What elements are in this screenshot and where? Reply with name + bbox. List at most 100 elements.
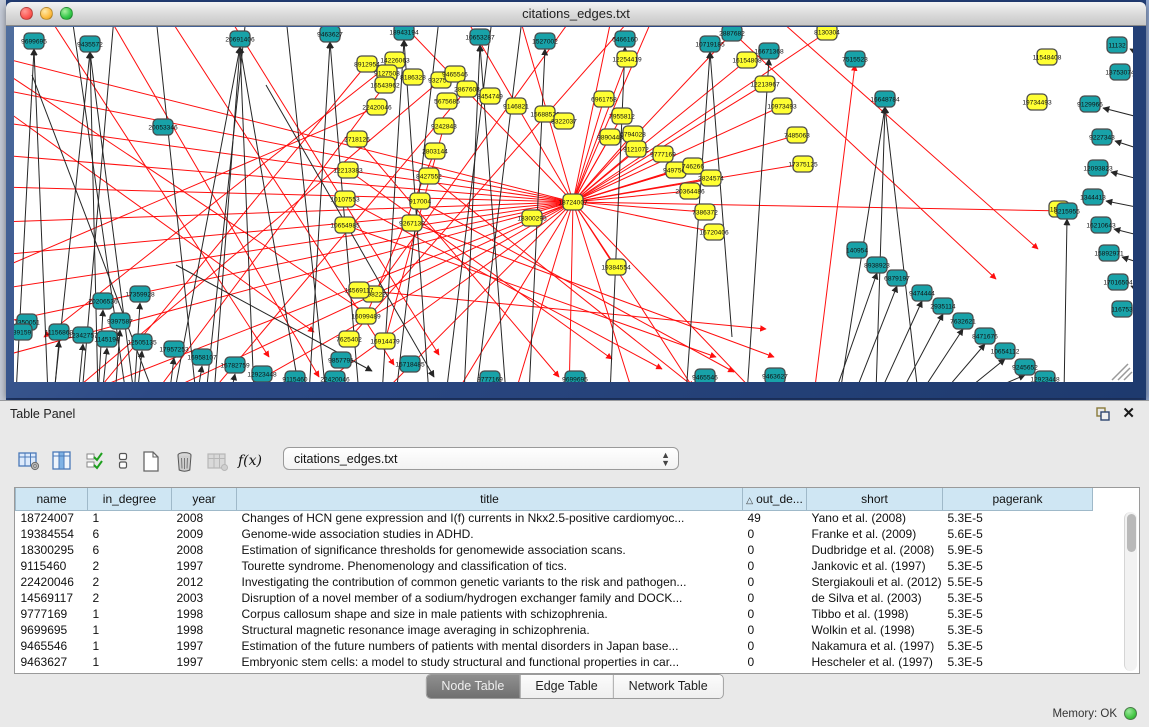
table-header-row[interactable]: name in_degree year title △out_de... sho… (16, 488, 1119, 510)
graph-node-label: 7386372 (692, 209, 718, 216)
graph-node-label: 22420046 (362, 104, 392, 111)
graph-node-label: 12213967 (750, 81, 780, 88)
graph-node-label: 8322037 (551, 118, 577, 125)
graph-node-label: 9699695 (21, 38, 47, 45)
graph-node-label: 16958107 (187, 354, 217, 361)
close-panel-icon[interactable]: ✕ (1122, 404, 1135, 422)
graph-node-label: 16671368 (754, 48, 784, 55)
graph-node-label: 10654112 (991, 348, 1020, 355)
graph-node-label: 22420046 (320, 376, 350, 382)
float-panel-icon[interactable] (1095, 406, 1111, 422)
graph-node-label: 6466160 (612, 36, 638, 43)
graph-node-label: 20206536 (88, 298, 118, 305)
graph-node-label: 9121072 (623, 146, 649, 153)
graph-node-label: 9465546 (692, 374, 718, 381)
graph-node-label: 116753 (1111, 306, 1133, 313)
node-table[interactable]: name in_degree year title △out_de... sho… (14, 487, 1140, 674)
graph-node-label: 9146821 (503, 103, 529, 110)
graph-node-label: 8912954 (354, 61, 380, 68)
graph-node-label: 12093823 (1083, 165, 1113, 172)
table-row[interactable]: 1938455462009Genome-wide association stu… (16, 526, 1119, 542)
table-row[interactable]: 946554611997Estimation of the future num… (16, 638, 1119, 654)
column-header-title[interactable]: title (237, 488, 743, 510)
graph-node-label: 13753074 (1105, 69, 1133, 76)
graph-node-label: 17375125 (788, 161, 818, 168)
graph-node-label: 2803144 (422, 148, 448, 155)
table-tabs: Node Table Edge Table Network Table (425, 674, 723, 699)
graph-node-label: 20053346 (148, 124, 178, 131)
graph-node-label: 7485063 (784, 132, 810, 139)
column-header-name[interactable]: name (16, 488, 88, 510)
network-canvas[interactable]: 1872400789129541422606391275081654396281… (14, 27, 1133, 382)
table-row[interactable]: 1872400712008Changes of HCN gene express… (16, 510, 1119, 526)
tab-edge-table[interactable]: Edge Table (519, 675, 612, 698)
graph-node-label: 9463627 (317, 31, 343, 38)
select-rows-icon[interactable] (82, 448, 108, 474)
graph-node-label: 14569117 (345, 287, 374, 294)
graph-node-label: 20364486 (675, 188, 705, 195)
graph-node-label: 10719185 (695, 41, 725, 48)
graph-node-label: 9115460 (282, 376, 308, 382)
graph-node-label: 12254419 (612, 56, 642, 63)
table-row[interactable]: 969969511998Structural magnetic resonanc… (16, 622, 1119, 638)
graph-node-label: 8471676 (972, 333, 998, 340)
graph-node-label: 18724007 (558, 199, 588, 206)
table-scrollbar[interactable] (1124, 512, 1137, 671)
graph-node-label: 10653287 (465, 34, 495, 41)
graph-node-label: 19734493 (1022, 99, 1052, 106)
create-table-icon[interactable] (138, 448, 164, 474)
graph-node-label: 16782759 (220, 362, 250, 369)
table-row[interactable]: 977716911998Corpus callosum shape and si… (16, 606, 1119, 622)
graph-node-label: 14226063 (380, 57, 410, 64)
memory-status-indicator[interactable] (1124, 707, 1137, 720)
tab-network-table[interactable]: Network Table (613, 675, 723, 698)
network-desktop: citations_edges.txt 1 (0, 0, 1149, 400)
graph-nodes[interactable]: 1872400789129541422606391275081654396281… (14, 27, 1133, 382)
table-panel: Table Panel ✕ (0, 400, 1149, 727)
graph-node-label: 8215955 (1054, 208, 1080, 215)
table-selector-value: citations_edges.txt (294, 452, 398, 466)
network-frame: 1872400789129541422606391275081654396281… (6, 26, 1146, 398)
graph-node-label: 16914479 (370, 338, 400, 345)
column-header-pagerank[interactable]: pagerank (943, 488, 1093, 510)
graph-node-label: 16648784 (870, 96, 900, 103)
graph-node-label: 9245652 (1012, 364, 1038, 371)
column-header-in-degree[interactable]: in_degree (88, 488, 172, 510)
graph-node-label: 8938923 (864, 262, 890, 269)
citation-graph[interactable]: 1872400789129541422606391275081654396281… (14, 27, 1133, 382)
graph-node-label: 16099489 (351, 313, 381, 320)
graph-node-label: 3824574 (698, 175, 724, 182)
table-row[interactable]: 911546021997Tourette syndrome. Phenomeno… (16, 558, 1119, 574)
column-header-short[interactable]: short (807, 488, 943, 510)
graph-node-label: 9267130 (399, 220, 425, 227)
table-row[interactable]: 1830029562008Estimation of significance … (16, 542, 1119, 558)
column-header-year[interactable]: year (172, 488, 237, 510)
graph-node-label: 16210643 (1086, 222, 1116, 229)
graph-node-label: 16154808 (732, 57, 762, 64)
table-settings-icon[interactable] (16, 448, 42, 474)
graph-node-label: 9242843 (431, 123, 457, 130)
graph-node-label: 9129966 (1077, 101, 1103, 108)
network-view-window: citations_edges.txt 1 (6, 2, 1146, 398)
graph-node-label: 6879197 (884, 275, 910, 282)
show-columns-icon[interactable] (49, 448, 75, 474)
delete-table-icon[interactable] (171, 448, 197, 474)
column-header-out-degree[interactable]: △out_de... (743, 488, 807, 510)
status-bar: Memory: OK (0, 700, 1149, 727)
graph-node-label: 8186328 (400, 74, 426, 81)
column-header-filler (1093, 488, 1119, 510)
table-selector-dropdown[interactable]: citations_edges.txt ▲▼ (283, 447, 679, 470)
toggle-rows-icon[interactable] (115, 448, 131, 474)
window-titlebar[interactable]: citations_edges.txt (6, 2, 1146, 26)
app-screen: citations_edges.txt 1 (0, 0, 1149, 727)
dropdown-stepper-icon: ▲▼ (661, 451, 670, 467)
graph-node-label: 11548408 (1033, 54, 1062, 61)
table-row[interactable]: 946362711997Embryonic stem cells: a mode… (16, 654, 1119, 670)
tab-node-table[interactable]: Node Table (426, 675, 519, 698)
resize-grip-icon[interactable] (1112, 364, 1132, 380)
table-row[interactable]: 1456911722003Disruption of a novel membe… (16, 590, 1119, 606)
table-row[interactable]: 2242004622012Investigating the contribut… (16, 574, 1119, 590)
graph-node-label: 6794028 (620, 131, 646, 138)
table-scrollbar-thumb[interactable] (1127, 514, 1136, 552)
function-builder-icon[interactable]: f(x) (237, 448, 263, 474)
